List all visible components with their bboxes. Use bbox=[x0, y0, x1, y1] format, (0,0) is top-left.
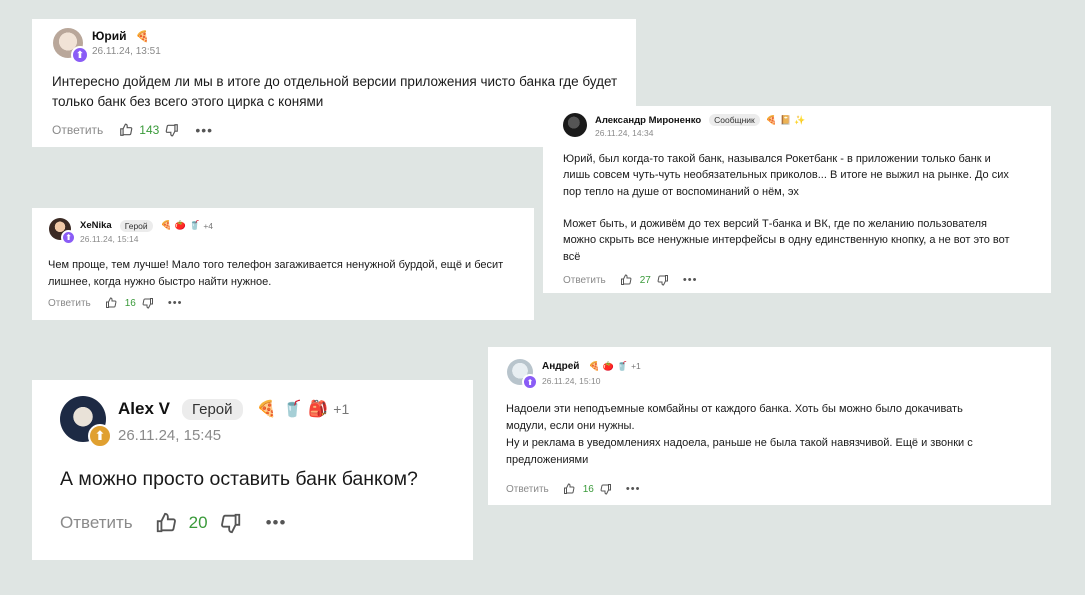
more-badges-count[interactable]: +4 bbox=[203, 221, 213, 231]
comment-text: Надоели эти неподъемные комбайны от кажд… bbox=[506, 403, 973, 466]
badge-icon: ⬆ bbox=[71, 46, 89, 64]
more-icon[interactable]: ••• bbox=[626, 483, 641, 495]
comment-date: 26.11.24, 15:14 bbox=[80, 234, 139, 244]
author-name[interactable]: Юрий bbox=[92, 29, 126, 43]
avatar[interactable] bbox=[563, 113, 587, 137]
reaction-badges: 🍕 bbox=[135, 30, 149, 43]
role-badge: Герой bbox=[181, 398, 243, 420]
comment-actions: Ответить 16 ••• bbox=[506, 482, 640, 496]
comment-actions: Ответить 16 ••• bbox=[48, 296, 182, 310]
comment-actions: Ответить 143 ••• bbox=[52, 121, 213, 139]
comment-text: Интересно дойдем ли мы в итоге до отдель… bbox=[52, 74, 618, 109]
avatar[interactable]: ⬆ bbox=[53, 28, 89, 64]
author-name[interactable]: XeNika bbox=[80, 220, 112, 231]
likes-count: 16 bbox=[582, 483, 594, 495]
avatar[interactable]: ⬆ bbox=[507, 359, 538, 390]
more-icon[interactable]: ••• bbox=[195, 122, 213, 138]
reaction-badges: 🍕 🥤 🎒 +1 bbox=[257, 399, 350, 419]
badge-icon: ⬆ bbox=[61, 230, 76, 245]
reply-button[interactable]: Ответить bbox=[506, 484, 549, 495]
sparkles-icon: ✨ bbox=[794, 114, 806, 125]
avatar[interactable]: ⬆ bbox=[60, 396, 112, 448]
dislike-icon[interactable] bbox=[220, 512, 242, 534]
badge-icon: ⬆ bbox=[522, 374, 538, 390]
reply-button[interactable]: Ответить bbox=[60, 513, 133, 533]
likes-count: 143 bbox=[139, 123, 160, 137]
comment-date: 26.11.24, 15:10 bbox=[542, 376, 601, 386]
author-name[interactable]: Александр Мироненко bbox=[595, 115, 701, 126]
comment-card-aleksandr: Александр Мироненко Сообщник 🍕 📔 ✨ 26.11… bbox=[543, 106, 1051, 293]
more-icon[interactable]: ••• bbox=[683, 274, 698, 286]
reaction-badges: 🍕 🍅 🥤 +1 bbox=[588, 361, 640, 372]
more-badges-count[interactable]: +1 bbox=[333, 401, 349, 417]
reaction-badges: 🍕 📔 ✨ bbox=[766, 115, 806, 126]
comment-card-andrey: ⬆ Андрей 🍕 🍅 🥤 +1 26.11.24, 15:10 Надоел… bbox=[488, 347, 1051, 505]
reaction-badges: 🍕 🍅 🥤 +4 bbox=[161, 220, 213, 231]
like-icon[interactable] bbox=[119, 123, 133, 137]
tomato-icon: 🍅 bbox=[602, 360, 614, 371]
role-badge: Герой bbox=[119, 219, 153, 232]
more-badges-count[interactable]: +1 bbox=[631, 361, 641, 371]
like-icon[interactable] bbox=[155, 512, 177, 534]
avatar-image bbox=[563, 113, 587, 137]
reply-button[interactable]: Ответить bbox=[48, 298, 91, 309]
pizza-icon: 🍕 bbox=[588, 360, 600, 371]
comment-actions: Ответить 20 ••• bbox=[60, 511, 286, 535]
backpack-icon: 🎒 bbox=[308, 401, 329, 418]
comment-date: 26.11.24, 15:45 bbox=[118, 427, 222, 444]
like-icon[interactable] bbox=[620, 274, 632, 286]
badge-icon: ⬆ bbox=[88, 424, 112, 448]
comment-card-xenika: ⬆ XeNika Герой 🍕 🍅 🥤 +4 26.11.24, 15:14 … bbox=[32, 208, 534, 320]
avatar[interactable]: ⬆ bbox=[49, 218, 76, 245]
role-badge: Сообщник bbox=[709, 114, 760, 126]
author-name[interactable]: Alex V bbox=[118, 399, 170, 419]
comment-text: А можно просто оставить банк банком? bbox=[60, 468, 418, 490]
tomato-icon: 🍅 bbox=[174, 220, 187, 230]
more-icon[interactable]: ••• bbox=[168, 297, 183, 309]
likes-count: 20 bbox=[188, 513, 208, 532]
dislike-icon[interactable] bbox=[142, 297, 154, 309]
pizza-icon: 🍕 bbox=[256, 401, 277, 418]
pizza-icon: 🍕 bbox=[160, 220, 172, 230]
drink-icon: 🥤 bbox=[282, 401, 303, 418]
reply-button[interactable]: Ответить bbox=[563, 275, 606, 286]
notebook-icon: 📔 bbox=[779, 114, 792, 125]
pizza-icon: 🍕 bbox=[765, 114, 777, 125]
comment-text: Чем проще, тем лучше! Мало того телефон … bbox=[48, 259, 504, 288]
likes-count: 27 bbox=[639, 274, 651, 286]
comment-card-alex-v: ⬆ Alex V Герой 🍕 🥤 🎒 +1 26.11.24, 15:45 … bbox=[32, 380, 473, 560]
drink-icon: 🥤 bbox=[189, 220, 201, 230]
dislike-icon[interactable] bbox=[657, 274, 669, 286]
dislike-icon[interactable] bbox=[165, 123, 179, 137]
like-icon[interactable] bbox=[563, 483, 575, 495]
comment-date: 26.11.24, 13:51 bbox=[92, 46, 161, 57]
dislike-icon[interactable] bbox=[600, 483, 612, 495]
like-icon[interactable] bbox=[105, 297, 117, 309]
comment-date: 26.11.24, 14:34 bbox=[595, 128, 654, 138]
pizza-icon: 🍕 bbox=[135, 30, 150, 43]
drink-icon: 🥤 bbox=[616, 360, 629, 371]
likes-count: 16 bbox=[124, 297, 136, 309]
more-icon[interactable]: ••• bbox=[266, 513, 287, 533]
reply-button[interactable]: Ответить bbox=[52, 123, 103, 137]
comment-actions: Ответить 27 ••• bbox=[563, 273, 697, 287]
author-name[interactable]: Андрей bbox=[542, 361, 579, 372]
comment-text: Юрий, был когда-то такой банк, назывался… bbox=[563, 153, 1010, 263]
